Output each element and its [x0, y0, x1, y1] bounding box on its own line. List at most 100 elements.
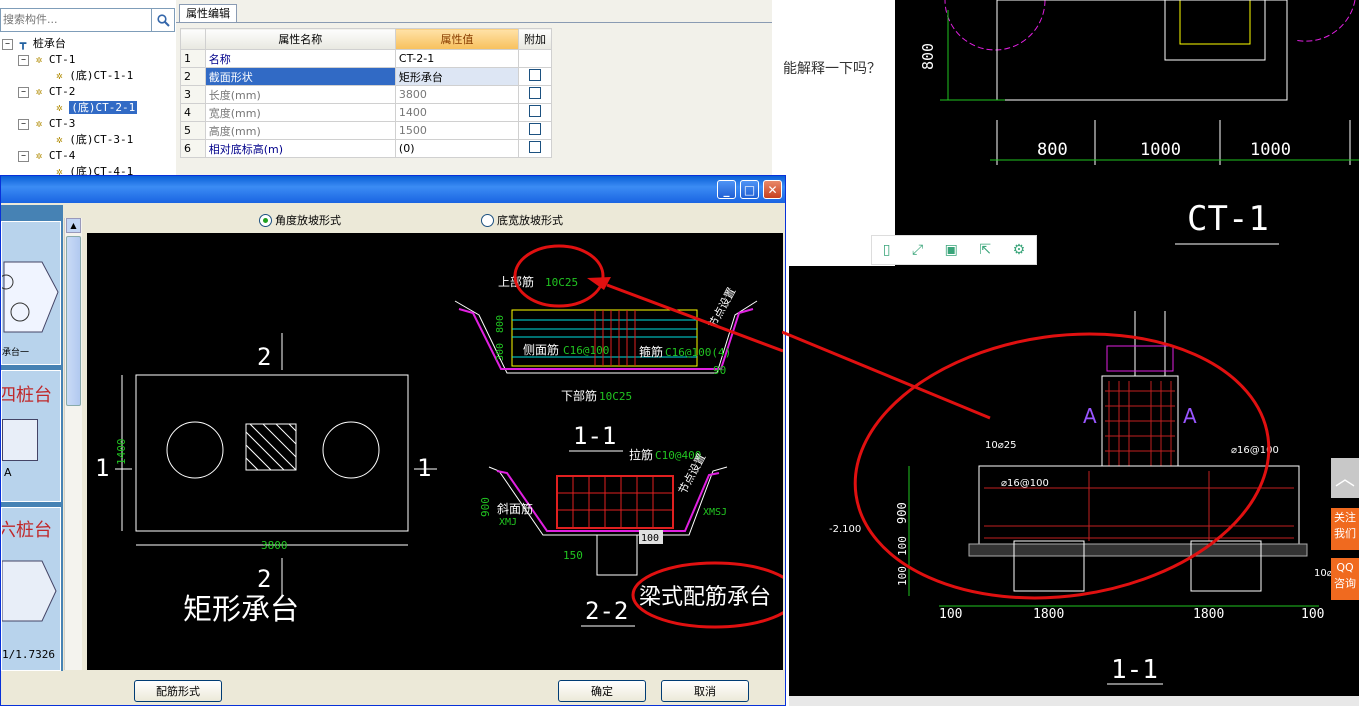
section-title-1-1: 1-1	[573, 422, 616, 450]
property-row[interactable]: 6 相对底标高(m) (0)	[180, 139, 552, 158]
extra-checkbox[interactable]	[529, 123, 542, 135]
gear-icon: ✲	[35, 85, 43, 98]
property-extra	[518, 139, 552, 158]
top-rebar-value: 10C25	[545, 276, 578, 289]
radio-label: 底宽放坡形式	[497, 214, 563, 227]
share-icon[interactable]: ⇱	[979, 242, 991, 258]
maximize-button[interactable]: □	[740, 180, 759, 199]
property-value[interactable]: CT-2-1	[394, 49, 520, 68]
property-extra	[518, 121, 552, 140]
property-value[interactable]: 3800	[394, 85, 520, 104]
dialog-title-bar[interactable]: _ □ ✕	[1, 176, 785, 203]
dim-150: 150	[563, 549, 583, 562]
tree-item-ct3[interactable]: − ✲ CT-3	[18, 116, 75, 132]
cap-thumb-3[interactable]: 六桩台 1/1.7326	[1, 507, 61, 671]
fullscreen-icon[interactable]: ⤢	[912, 242, 923, 258]
pile-cap-icon: ┳	[19, 37, 27, 50]
scroll-up-icon[interactable]: ▲	[66, 218, 81, 233]
search-box	[0, 8, 175, 32]
search-icon[interactable]	[151, 9, 174, 31]
question-text: 能解释一下吗？	[783, 61, 881, 77]
row-number: 5	[180, 121, 206, 140]
tab-divider	[176, 22, 772, 23]
ok-button[interactable]: 确定	[558, 680, 646, 702]
tab-property-edit[interactable]: 属性编辑	[179, 4, 237, 23]
radio-icon[interactable]	[481, 213, 494, 227]
property-row[interactable]: 4 宽度(mm) 1400	[180, 103, 552, 122]
radio-angle-slope[interactable]: 角度放坡形式	[259, 212, 341, 228]
dim-bottom-3: 1800	[1193, 607, 1224, 622]
slope-left-code: XMJ	[499, 517, 517, 528]
tree-item-ct2[interactable]: − ✲ CT-2	[18, 84, 75, 100]
collapse-icon[interactable]: −	[18, 86, 29, 98]
tree-item-ct4[interactable]: − ✲ CT-4	[18, 148, 75, 164]
label-elevation: -2.100	[829, 524, 861, 535]
tree-item-label-selected: (底)CT-2-1	[69, 101, 138, 114]
dim-900: 900	[479, 497, 492, 517]
collapse-icon[interactable]: −	[18, 54, 29, 66]
cut-label-2-top: 2	[257, 343, 271, 371]
collapse-icon[interactable]: −	[18, 118, 29, 130]
cap-thumb-2[interactable]: 四桩台 A	[1, 370, 61, 502]
property-value[interactable]: 矩形承台	[394, 67, 520, 86]
dim-top-3: 1000	[1250, 140, 1291, 160]
scroll-thumb[interactable]	[66, 236, 81, 406]
tree-root[interactable]: − ┳ 桩承台	[2, 36, 66, 52]
tree-item-ct1-1[interactable]: ✲ (底)CT-1-1	[56, 68, 133, 84]
extra-checkbox[interactable]	[529, 69, 542, 81]
tree-item-label: CT-4	[48, 149, 76, 162]
bottom-rebar-label: 下部筋	[561, 388, 597, 403]
tree-item-ct1[interactable]: − ✲ CT-1	[18, 52, 75, 68]
property-value[interactable]: 1500	[394, 121, 520, 140]
cap-thumb-1[interactable]: 承台一	[1, 221, 61, 365]
thumb-label: 1/1.7326	[2, 648, 55, 661]
property-value[interactable]: 1400	[394, 103, 520, 122]
thumb-label: 承台一	[2, 348, 30, 358]
gear-icon: ✲	[56, 69, 63, 82]
cap-preview-canvas: 2 2 1 1 1400 3800 矩形承台 上部筋 10C25 侧面筋 C16…	[87, 233, 783, 670]
tree-item-label: CT-1	[48, 53, 76, 66]
back-to-top-icon[interactable]: ︿	[1331, 458, 1359, 498]
cancel-button[interactable]: 取消	[661, 680, 749, 702]
property-row[interactable]: 2 截面形状 矩形承台	[180, 67, 552, 86]
thumb-scrollbar[interactable]: ▲	[64, 218, 82, 670]
property-name: 名称	[204, 49, 396, 68]
drawing-section-svg: A A 10⌀25 ⌀16@100 ⌀16@100 10⌀ -2.100 900…	[789, 311, 1359, 706]
property-row[interactable]: 5 高度(mm) 1500	[180, 121, 552, 140]
cut-label-2-bottom: 2	[257, 565, 271, 593]
property-name: 宽度(mm)	[204, 103, 396, 122]
property-row[interactable]: 3 长度(mm) 3800	[180, 85, 552, 104]
collapse-icon[interactable]: −	[2, 38, 13, 50]
qq-consult-button[interactable]: QQ咨询	[1331, 558, 1359, 600]
drawing-ct1-plan: 800 1000 1000 800 CT-1	[895, 0, 1359, 266]
side-rebar-value: C16@100	[563, 344, 609, 357]
extra-checkbox[interactable]	[529, 105, 542, 117]
tree-item-ct2-1[interactable]: ✲ (底)CT-2-1	[56, 100, 138, 116]
extra-checkbox[interactable]	[529, 141, 542, 153]
extra-checkbox[interactable]	[529, 87, 542, 99]
search-input[interactable]	[1, 9, 149, 29]
property-value[interactable]: (0)	[394, 139, 520, 158]
radio-selected-icon[interactable]	[259, 213, 272, 227]
plan-length-dim: 3800	[261, 539, 288, 552]
side-rebar-label: 侧面筋	[523, 342, 559, 357]
gear-icon: ✲	[56, 133, 63, 146]
radio-width-slope[interactable]: 底宽放坡形式	[481, 212, 563, 228]
close-button[interactable]: ✕	[763, 180, 782, 199]
property-row[interactable]: 1 名称 CT-2-1	[180, 49, 552, 68]
phone-icon[interactable]: ▯	[883, 242, 891, 258]
angle-label: 90	[713, 364, 726, 377]
slope-rebar-label: 斜面筋	[497, 501, 533, 516]
component-tree-panel: − ┳ 桩承台 − ✲ CT-1 ✲ (底)CT-1-1 − ✲ CT-2 ✲ …	[0, 0, 177, 176]
stirrup-value: C16@100(4)	[665, 346, 731, 359]
collapse-icon[interactable]: −	[18, 150, 29, 162]
annotation-beam-cap: 梁式配筋承台	[639, 585, 771, 610]
tie-label: 拉筋	[629, 447, 653, 462]
minimize-button[interactable]: _	[717, 180, 736, 199]
thumb-label: 六桩台	[1, 520, 52, 541]
save-icon[interactable]: ▣	[945, 242, 958, 258]
settings-icon[interactable]: ⚙	[1013, 242, 1026, 258]
tree-item-ct3-1[interactable]: ✲ (底)CT-3-1	[56, 132, 133, 148]
follow-us-button[interactable]: 关注我们	[1331, 508, 1359, 550]
rebar-form-button[interactable]: 配筋形式	[134, 680, 222, 702]
